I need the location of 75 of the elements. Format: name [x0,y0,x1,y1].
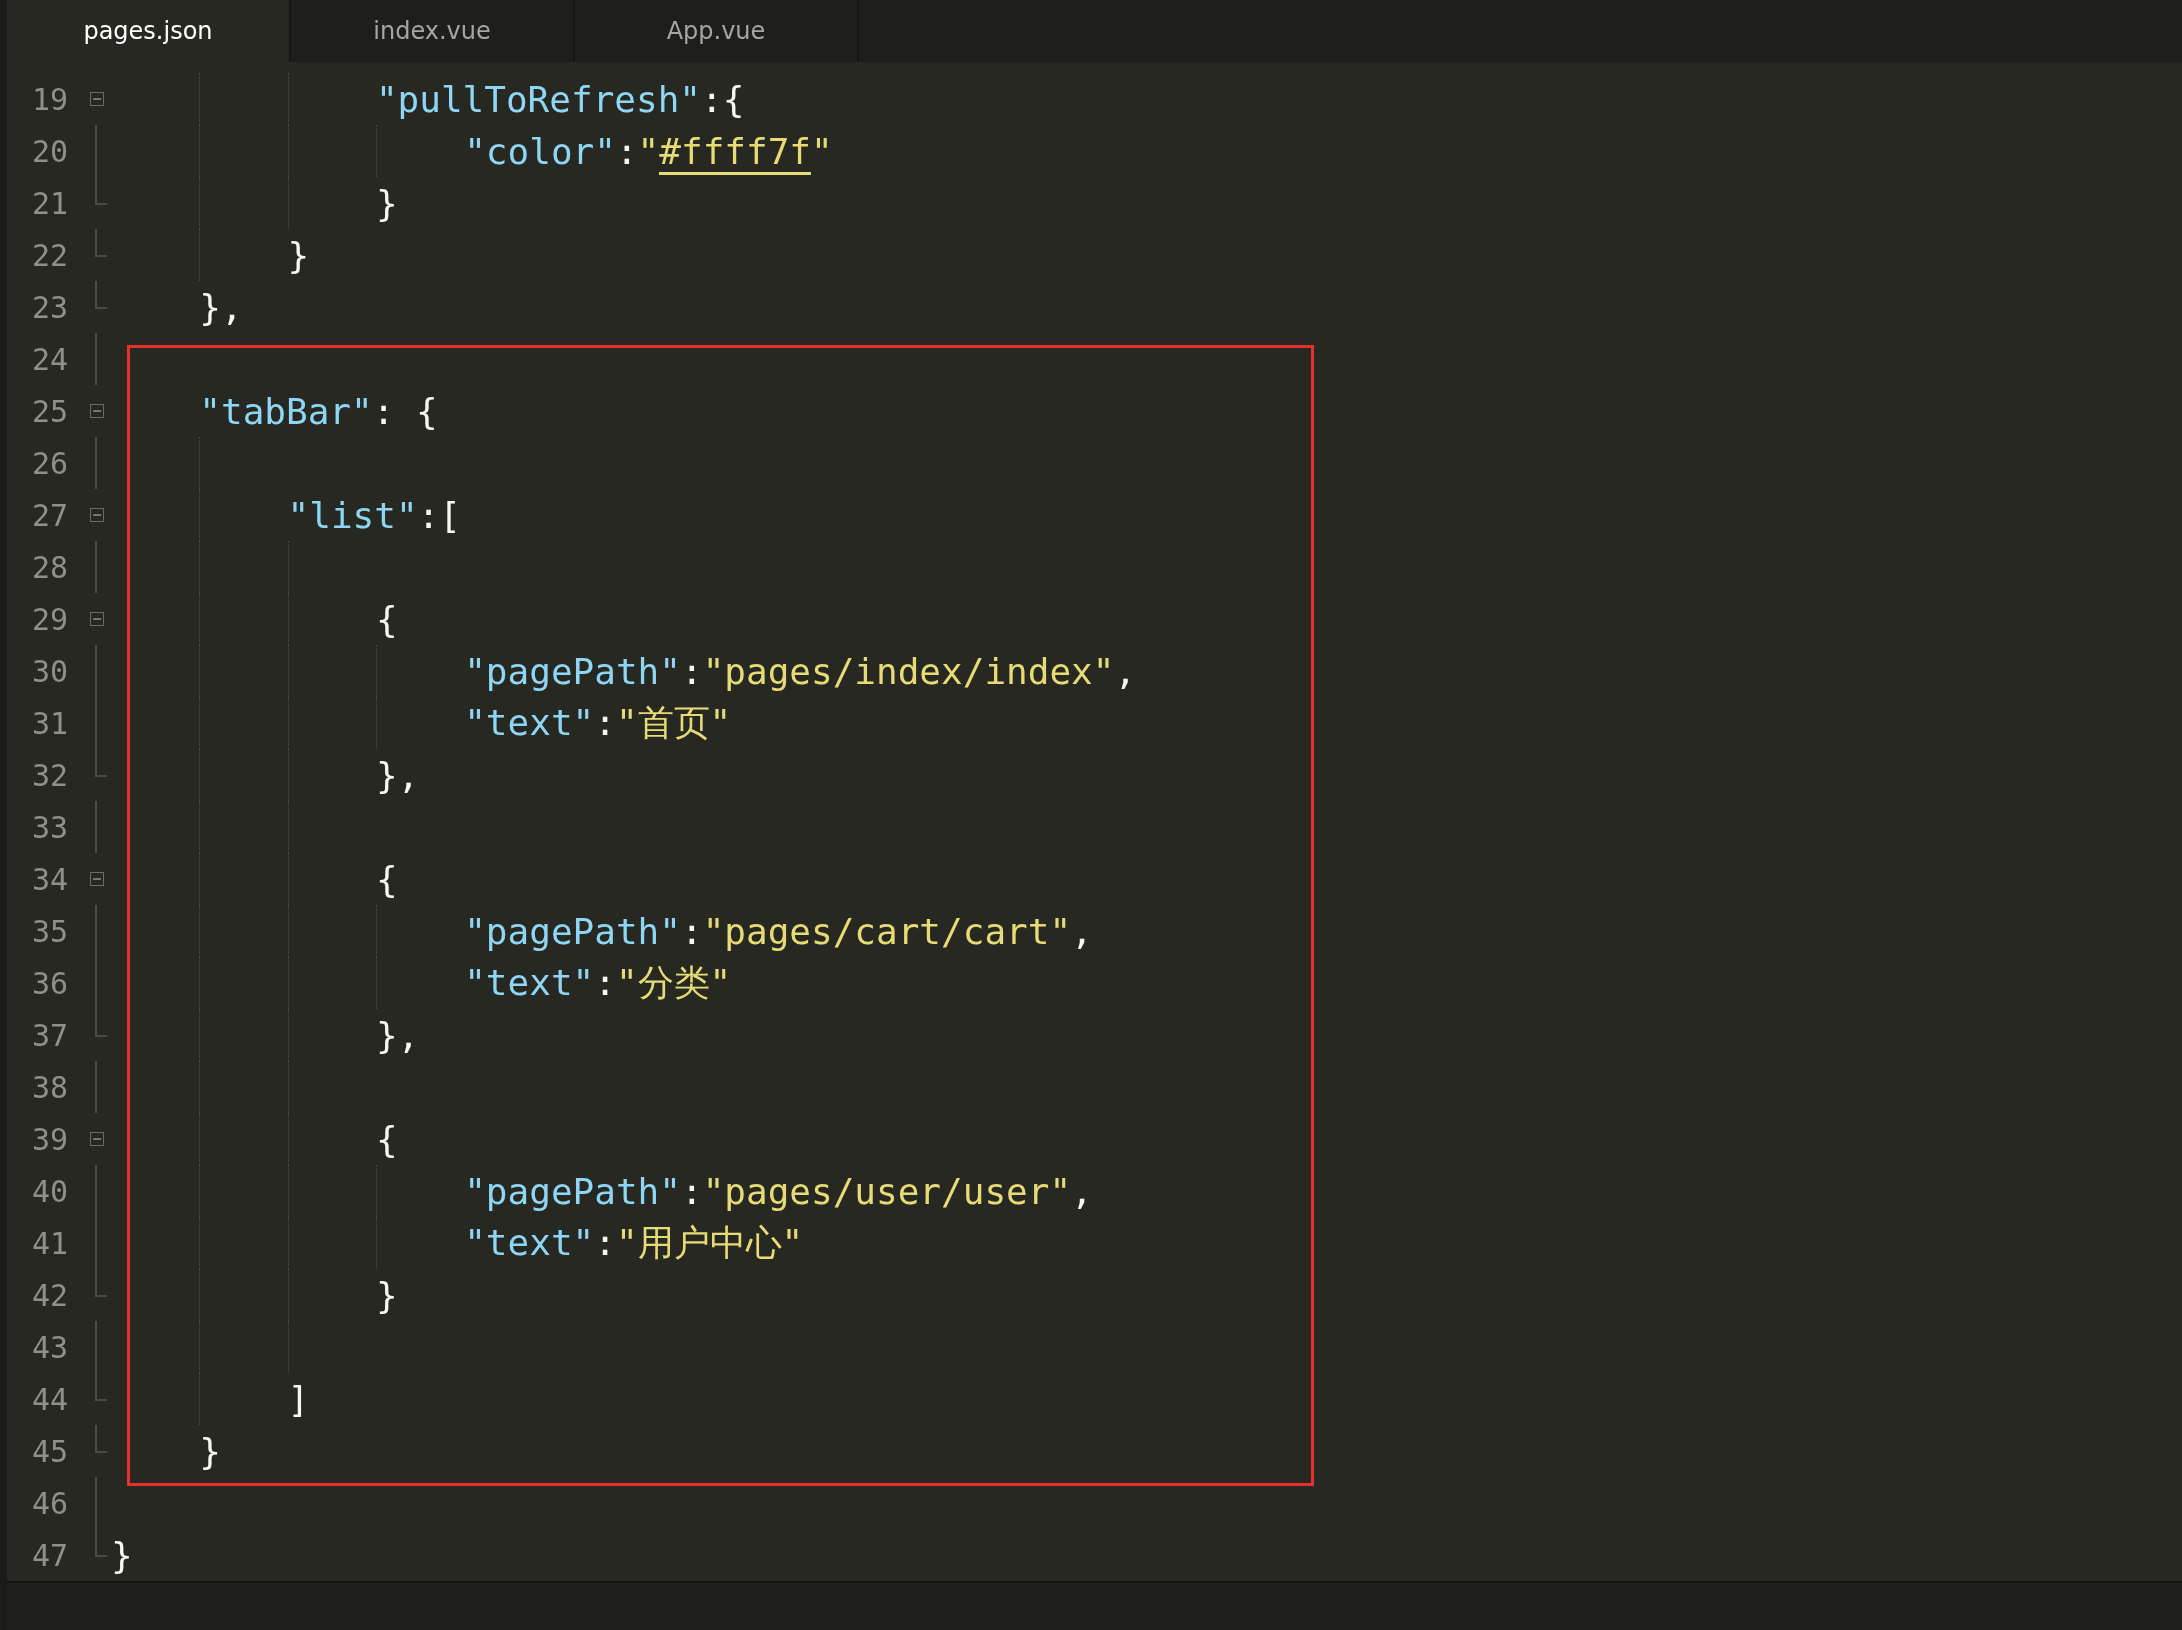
line-number: 19 [30,81,68,117]
code-line: "text":"分类" [464,960,732,1005]
code-line: "text":"用户中心" [464,1220,804,1265]
code-line: { [375,1118,398,1160]
fold-end-line [95,177,107,205]
line-number: 41 [30,1225,68,1261]
code-line: "pagePath":"pages/cart/cart", [464,910,1093,952]
line-number: 34 [30,861,68,897]
code-line: { [375,598,398,640]
line-number: 30 [30,653,68,689]
fold-icon[interactable] [90,1132,104,1146]
fold-line [95,1321,97,1373]
fold-line [95,1477,97,1529]
code-line: "pagePath":"pages/index/index", [464,650,1137,692]
code-line: "color":"#ffff7f" [464,130,833,172]
code-line: }, [375,754,420,796]
fold-line [95,541,97,593]
line-number: 37 [30,1017,68,1053]
line-number: 42 [30,1277,68,1313]
code-line: "pullToRefresh":{ [375,78,745,120]
fold-end-line [95,1425,107,1453]
fold-end-line [95,1529,107,1557]
code-line: }, [375,1014,420,1056]
line-number: 21 [30,185,68,221]
code-line: "tabBar": { [199,390,438,432]
code-line: "list":[ [287,494,461,536]
line-number: 40 [30,1173,68,1209]
line-number: 47 [30,1537,68,1573]
fold-line [95,125,97,177]
code-line: }, [199,286,243,328]
line-number: 25 [30,393,68,429]
line-number: 45 [30,1433,68,1469]
fold-end-line [95,229,107,257]
fold-icon[interactable] [90,92,104,106]
line-number: 36 [30,965,68,1001]
fold-end-line [95,1373,107,1401]
code-line: } [199,1430,221,1472]
fold-line [95,437,97,489]
line-number: 23 [30,289,68,325]
line-number: 44 [30,1381,68,1417]
fold-line [95,801,97,853]
line-number: 24 [30,341,68,377]
fold-end-line [95,1009,107,1037]
line-number: 28 [30,549,68,585]
fold-icon[interactable] [90,508,104,522]
code-line: } [111,1534,133,1576]
code-line: } [287,234,310,276]
line-number: 22 [30,237,68,273]
line-number: 33 [30,809,68,845]
fold-icon[interactable] [90,404,104,418]
line-number: 32 [30,757,68,793]
code-line: "text":"首页" [464,700,732,745]
fold-icon[interactable] [90,872,104,886]
fold-line [95,1061,97,1113]
line-number: 29 [30,601,68,637]
line-number: 35 [30,913,68,949]
line-number: 46 [30,1485,68,1521]
line-number: 38 [30,1069,68,1105]
fold-icon[interactable] [90,612,104,626]
code-line: ] [287,1378,310,1420]
file-tab[interactable]: pages.json [7,0,291,62]
fold-end-line [95,1269,107,1297]
fold-end-line [95,281,107,309]
code-line: } [375,182,398,224]
code-line: { [375,858,398,900]
line-number: 26 [30,445,68,481]
line-number: 27 [30,497,68,533]
line-number: 31 [30,705,68,741]
fold-line [95,333,97,385]
line-number: 20 [30,133,68,169]
line-number: 39 [30,1121,68,1157]
code-line: } [375,1274,398,1316]
line-number: 43 [30,1329,68,1365]
code-line: "pagePath":"pages/user/user", [464,1170,1093,1212]
fold-end-line [95,749,107,777]
